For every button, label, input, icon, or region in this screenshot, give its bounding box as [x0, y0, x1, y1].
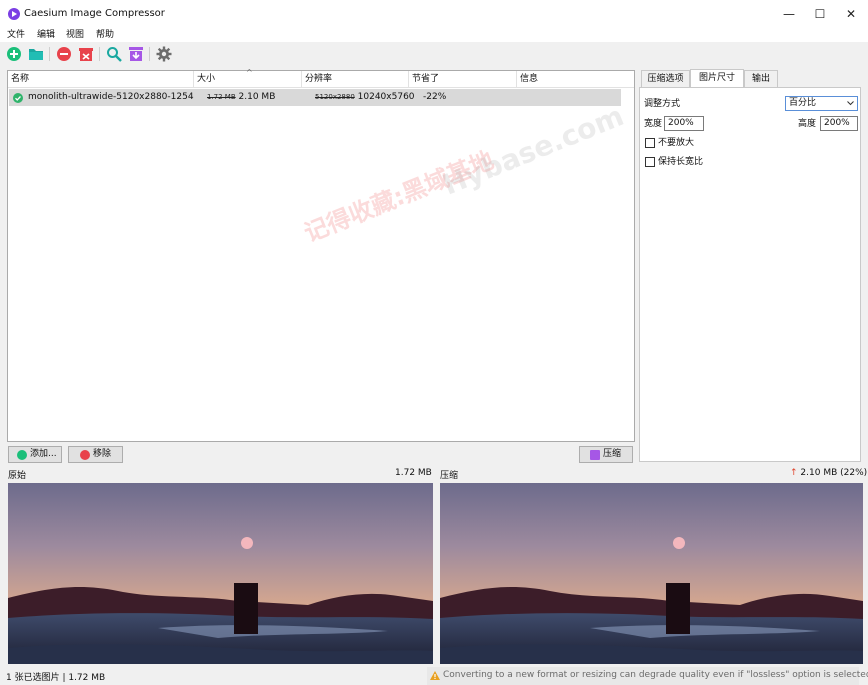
menu-help[interactable]: 帮助: [96, 28, 114, 42]
menu-view[interactable]: 视图: [66, 28, 84, 42]
check-circle-icon: [13, 93, 23, 103]
add-icon[interactable]: [6, 46, 22, 62]
column-header-name[interactable]: 名称: [8, 71, 194, 88]
table-row[interactable]: monolith-ultrawide-5120x2880-12540.jp 1.…: [9, 89, 621, 106]
tab-compression-options[interactable]: 压缩选项: [641, 70, 690, 87]
compressed-preview-image: [440, 483, 863, 664]
file-resolution: 5120x2880 10240x5760: [315, 89, 415, 106]
keep-ratio-checkbox[interactable]: [645, 157, 655, 167]
remove-button-label: 移除: [93, 449, 112, 459]
minimize-button[interactable]: —: [774, 5, 804, 23]
add-button[interactable]: 添加...: [8, 446, 62, 463]
compress-icon[interactable]: [128, 46, 144, 62]
original-preview[interactable]: [8, 483, 433, 664]
compressed-label: 压缩: [440, 471, 459, 481]
maximize-button[interactable]: ☐: [805, 5, 835, 23]
add-icon: [17, 450, 27, 460]
new-size: 2.10 MB: [238, 92, 276, 102]
width-field[interactable]: 200%: [664, 116, 704, 131]
title-bar: Caesium Image Compressor — ☐ ✕: [0, 0, 868, 28]
resize-mode-value: 百分比: [789, 98, 817, 108]
remove-button[interactable]: 移除: [68, 446, 123, 463]
compressed-size: ↑ 2.10 MB (22%): [790, 468, 867, 478]
toolbar-separator: [149, 47, 150, 61]
resize-mode-label: 调整方式: [644, 99, 681, 109]
width-label: 宽度: [644, 119, 663, 129]
keep-ratio-label: 保持长宽比: [658, 157, 704, 167]
compress-button-label: 压缩: [603, 449, 622, 459]
add-button-label: 添加...: [30, 449, 57, 459]
selection-status: 1 张已选图片 | 1.72 MB: [6, 673, 106, 683]
column-header-saved[interactable]: 节省了: [409, 71, 517, 88]
column-header-resolution[interactable]: 分辨率: [302, 71, 409, 88]
warning-icon: [430, 671, 440, 680]
warning-area: Converting to a new format or resizing c…: [427, 667, 868, 685]
size-increase-arrow-icon: ↑: [790, 468, 798, 478]
tab-content: 调整方式 百分比 宽度 200% 高度 200% 不要放大 保持长宽比: [639, 87, 861, 462]
watermark-cn: 记得收藏:黑域基地: [300, 146, 498, 248]
no-upscale-checkbox[interactable]: [645, 138, 655, 148]
original-label: 原始: [8, 471, 27, 481]
menu-file[interactable]: 文件: [7, 28, 25, 42]
new-resolution: 10240x5760: [357, 92, 415, 102]
file-info: [519, 89, 609, 106]
watermark-en: Hybase.com: [438, 99, 629, 202]
height-label: 高度: [798, 119, 817, 129]
original-size: 1.72 MB: [395, 468, 432, 478]
toolbar: [0, 42, 868, 66]
saved-percent: -22%: [423, 92, 447, 102]
remove-icon[interactable]: [56, 46, 72, 62]
toolbar-separator: [49, 47, 50, 61]
tab-output[interactable]: 输出: [744, 70, 778, 87]
file-name: monolith-ultrawide-5120x2880-12540.jp: [28, 92, 194, 102]
original-preview-image: [8, 483, 433, 664]
file-size: 1.72 MB 2.10 MB: [207, 89, 303, 106]
warning-message: Converting to a new format or resizing c…: [443, 670, 868, 680]
resize-mode-select[interactable]: 百分比: [785, 96, 858, 111]
old-resolution: 5120x2880: [315, 93, 355, 101]
compress-icon: [590, 450, 600, 460]
settings-panel: 压缩选项 图片尺寸 输出 调整方式 百分比 宽度 200% 高度 200% 不要…: [639, 69, 861, 462]
compress-button[interactable]: 压缩: [579, 446, 633, 463]
tab-image-size[interactable]: 图片尺寸: [690, 69, 744, 88]
no-upscale-label: 不要放大: [658, 138, 695, 148]
clear-list-icon[interactable]: [78, 46, 94, 62]
close-button[interactable]: ✕: [836, 5, 866, 23]
menu-edit[interactable]: 编辑: [37, 28, 55, 42]
window-title: Caesium Image Compressor: [24, 8, 165, 19]
compressed-size-value: 2.10 MB (22%): [800, 468, 868, 478]
old-size: 1.72 MB: [207, 93, 236, 101]
app-logo-icon: [8, 8, 20, 20]
compressed-preview[interactable]: [440, 483, 863, 664]
menu-bar: 文件 编辑 视图 帮助: [0, 28, 868, 42]
preview-search-icon[interactable]: [106, 46, 122, 62]
column-header-size[interactable]: 大小: [194, 71, 302, 88]
settings-gear-icon[interactable]: [156, 46, 172, 62]
remove-icon: [80, 450, 90, 460]
toolbar-separator: [99, 47, 100, 61]
height-field[interactable]: 200%: [820, 116, 858, 131]
column-header-info[interactable]: 信息: [517, 71, 634, 88]
chevron-down-icon: [847, 101, 854, 106]
file-list[interactable]: ^ 名称 大小 分辨率 节省了 信息 monolith-ultrawide-51…: [7, 68, 635, 442]
folder-icon[interactable]: [28, 46, 44, 62]
